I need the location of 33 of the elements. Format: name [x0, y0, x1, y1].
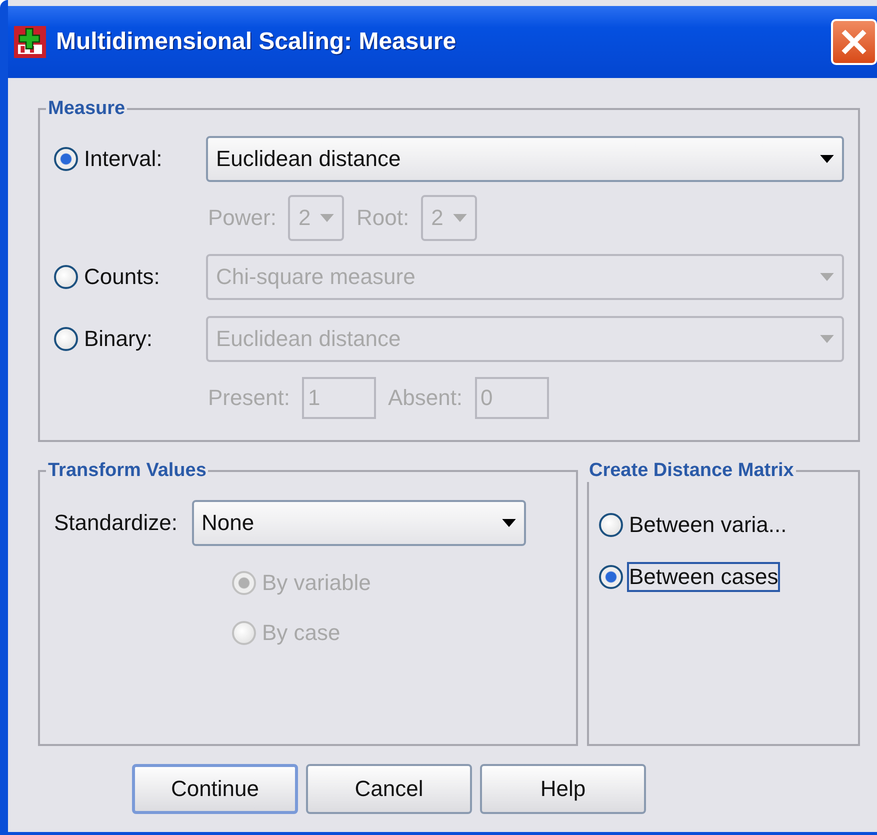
radio-button[interactable]	[54, 147, 78, 171]
caret-icon	[820, 335, 834, 343]
app-icon	[14, 26, 46, 58]
radio-button[interactable]	[599, 513, 623, 537]
caret-icon	[453, 214, 468, 222]
dialog-button[interactable]: Cancel	[306, 764, 472, 814]
group-title: Create Distance Matrix	[588, 460, 795, 482]
field-label: Root:	[356, 205, 410, 231]
close-button[interactable]	[831, 19, 877, 65]
close-icon	[839, 27, 869, 57]
radio-button[interactable]	[54, 327, 78, 351]
radio-label[interactable]: Between varia...	[629, 512, 787, 538]
dropdown[interactable]: Euclidean distance	[206, 136, 844, 182]
caret-icon	[820, 155, 834, 163]
field-label: Present:	[208, 385, 290, 411]
dropdown[interactable]: None	[192, 500, 526, 546]
field-label: Power:	[208, 205, 276, 231]
radio-label[interactable]: Binary:	[84, 326, 152, 352]
radio-label[interactable]: Counts:	[84, 264, 160, 290]
group-title: Measure	[47, 98, 126, 120]
dialog-button[interactable]: Help	[480, 764, 646, 814]
group-title: Transform Values	[47, 460, 208, 482]
radio-label[interactable]: Between cases	[629, 564, 778, 590]
window-title: Multidimensional Scaling: Measure	[56, 28, 458, 56]
field-label: Standardize:	[54, 510, 178, 536]
field-label: Absent:	[388, 385, 463, 411]
radio-button[interactable]	[599, 565, 623, 589]
caret-icon	[320, 214, 334, 222]
radio-label[interactable]: Interval:	[84, 146, 162, 172]
caret-icon	[502, 519, 516, 527]
radio-button[interactable]	[54, 265, 78, 289]
caret-icon	[820, 273, 834, 281]
dialog-button[interactable]: Continue	[132, 764, 298, 814]
